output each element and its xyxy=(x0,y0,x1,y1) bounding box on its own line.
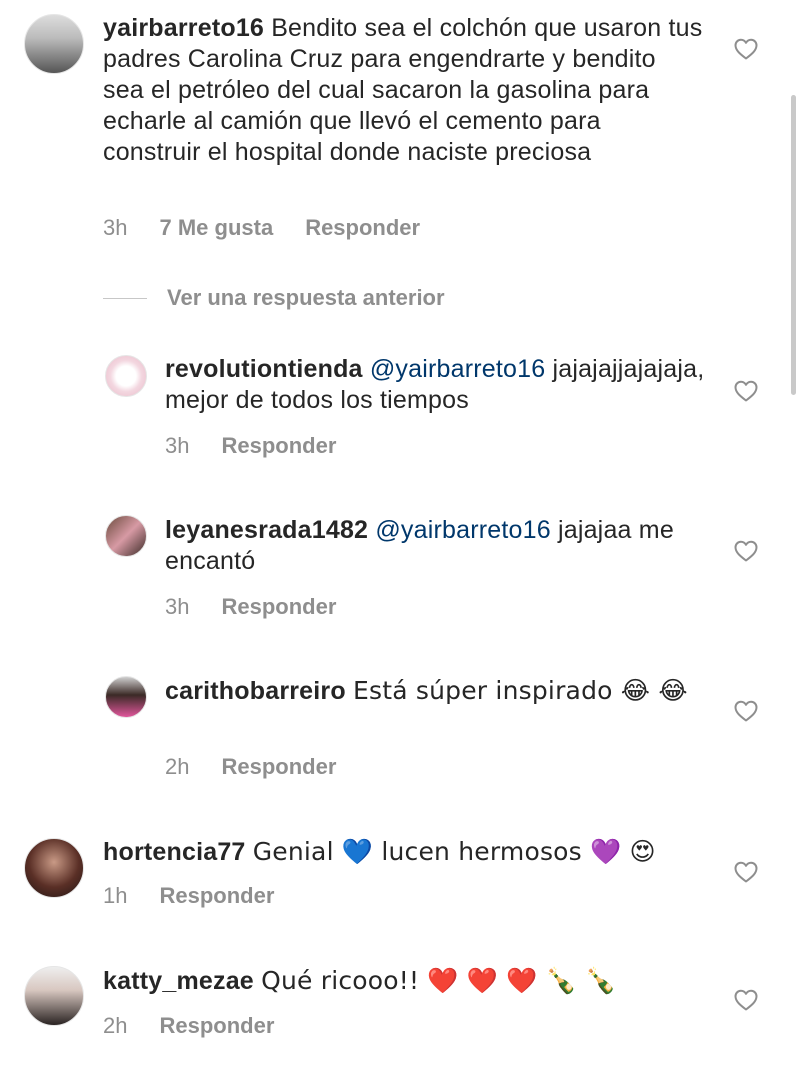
heart-outline-icon[interactable] xyxy=(734,700,758,722)
reply-button[interactable]: Responder xyxy=(159,883,274,909)
comment-time: 1h xyxy=(103,883,128,908)
comment-time: 2h xyxy=(165,754,190,779)
username[interactable]: hortencia77 xyxy=(103,838,246,866)
heart-outline-icon[interactable] xyxy=(734,380,758,402)
reply-button[interactable]: Responder xyxy=(221,433,336,459)
comment-meta: 3h Responder xyxy=(165,594,336,620)
comment-text: Está súper inspirado 😂 😂 xyxy=(353,676,688,705)
avatar[interactable] xyxy=(24,14,84,74)
avatar[interactable] xyxy=(105,355,147,397)
comment-meta: 2h Responder xyxy=(165,754,336,780)
heart-outline-icon[interactable] xyxy=(734,861,758,883)
comment-body: hortencia77 Genial 💙 lucen hermosos 💜 😍 xyxy=(103,836,703,868)
comment-meta: 1h Responder xyxy=(103,883,274,909)
comment-text: Genial 💙 lucen hermosos 💜 😍 xyxy=(252,837,656,866)
comment-meta: 2h Responder xyxy=(103,1013,274,1039)
view-replies-button[interactable]: Ver una respuesta anterior xyxy=(103,285,445,311)
username[interactable]: leyanesrada1482 xyxy=(165,516,368,544)
comment-meta: 3h 7 Me gusta Responder xyxy=(103,215,420,241)
comment-meta: 3h Responder xyxy=(165,433,336,459)
comment-time: 3h xyxy=(165,433,190,458)
username[interactable]: carithobarreiro xyxy=(165,677,346,705)
comment-time: 2h xyxy=(103,1013,128,1038)
avatar[interactable] xyxy=(24,966,84,1026)
comment-time: 3h xyxy=(165,594,190,619)
reply-button[interactable]: Responder xyxy=(221,594,336,620)
view-replies-label: Ver una respuesta anterior xyxy=(167,285,445,310)
reply-button[interactable]: Responder xyxy=(159,1013,274,1039)
comment-text: Qué ricooo!! ❤️ ❤️ ❤️ 🍾 🍾 xyxy=(261,966,617,995)
reply-button[interactable]: Responder xyxy=(221,754,336,780)
heart-outline-icon[interactable] xyxy=(734,989,758,1011)
likes-count[interactable]: 7 Me gusta xyxy=(159,215,273,241)
mention-link[interactable]: @yairbarreto16 xyxy=(375,516,550,544)
username[interactable]: katty_mezae xyxy=(103,967,254,995)
scrollbar[interactable] xyxy=(791,95,796,395)
avatar[interactable] xyxy=(24,838,84,898)
avatar[interactable] xyxy=(105,515,147,557)
avatar[interactable] xyxy=(105,676,147,718)
comment-body: revolutiontienda @yairbarreto16 jajajajj… xyxy=(165,354,725,416)
comment-body: leyanesrada1482 @yairbarreto16 jajajaa m… xyxy=(165,515,725,577)
username[interactable]: yairbarreto16 xyxy=(103,14,264,42)
comment-time: 3h xyxy=(103,215,128,240)
username[interactable]: revolutiontienda xyxy=(165,355,363,383)
comment-body: yairbarreto16 Bendito sea el colchón que… xyxy=(103,13,703,168)
comment-body: katty_mezae Qué ricooo!! ❤️ ❤️ ❤️ 🍾 🍾 xyxy=(103,965,703,997)
divider-line xyxy=(103,297,147,299)
heart-outline-icon[interactable] xyxy=(734,540,758,562)
mention-link[interactable]: @yairbarreto16 xyxy=(370,355,545,383)
comment-body: carithobarreiro Está súper inspirado 😂 😂 xyxy=(165,675,705,707)
heart-outline-icon[interactable] xyxy=(734,38,758,60)
reply-button[interactable]: Responder xyxy=(305,215,420,241)
